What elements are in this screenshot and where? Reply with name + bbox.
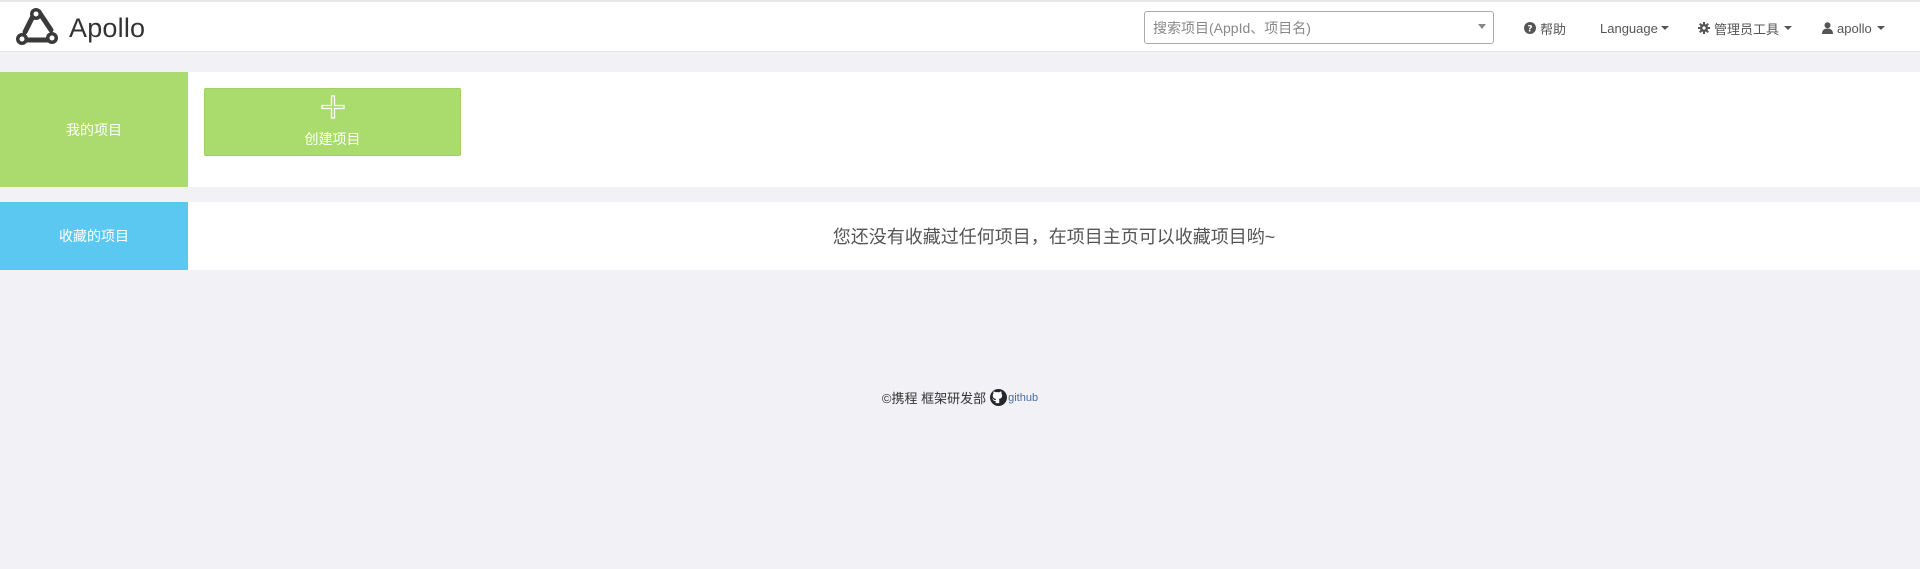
footer-copyright: ©携程 框架研发部 [881, 391, 987, 406]
brand-name: Apollo [69, 12, 146, 43]
brand[interactable]: Apollo [13, 5, 145, 51]
my-projects-label: 我的项目 [0, 72, 188, 187]
nav-language[interactable]: Language [1600, 18, 1669, 38]
search-input[interactable] [1153, 12, 1463, 43]
nav-user-label: apollo [1837, 20, 1872, 36]
nav-help[interactable]: ? 帮助 [1524, 18, 1566, 38]
github-icon [990, 389, 1008, 406]
chevron-down-icon [1876, 26, 1885, 30]
favorites-panel: 收藏的项目 您还没有收藏过任何项目，在项目主页可以收藏项目哟~ [0, 202, 1920, 270]
my-projects-panel: 我的项目 创建项目 [0, 72, 1920, 187]
nav-user-menu[interactable]: apollo [1822, 18, 1885, 38]
github-label: github [1008, 391, 1039, 404]
user-icon [1822, 22, 1833, 34]
svg-text:?: ? [1527, 24, 1532, 34]
nav-admin-tools-label: 管理员工具 [1714, 21, 1780, 37]
chevron-down-icon [1660, 26, 1669, 30]
nav-help-label: 帮助 [1540, 21, 1567, 37]
create-project-button[interactable]: 创建项目 [204, 88, 461, 156]
plus-icon [321, 95, 345, 119]
question-circle-icon: ? [1524, 22, 1536, 34]
create-project-label: 创建项目 [304, 131, 361, 147]
apollo-logo-icon [16, 8, 58, 45]
footer: ©携程 框架研发部 github [0, 388, 1920, 407]
chevron-down-icon [1784, 26, 1793, 30]
gear-icon [1698, 22, 1710, 34]
nav-admin-tools[interactable]: 管理员工具 [1698, 18, 1793, 38]
favorites-empty-message: 您还没有收藏过任何项目，在项目主页可以收藏项目哟~ [832, 227, 1276, 247]
github-link[interactable]: github [990, 389, 1038, 406]
search-dropdown-caret-icon[interactable] [1478, 24, 1486, 29]
nav-language-label: Language [1600, 20, 1658, 36]
favorites-label: 收藏的项目 [0, 202, 188, 270]
top-navbar: Apollo ? 帮助 Language 管理员工具 [0, 0, 1920, 52]
project-search[interactable] [1144, 11, 1494, 44]
